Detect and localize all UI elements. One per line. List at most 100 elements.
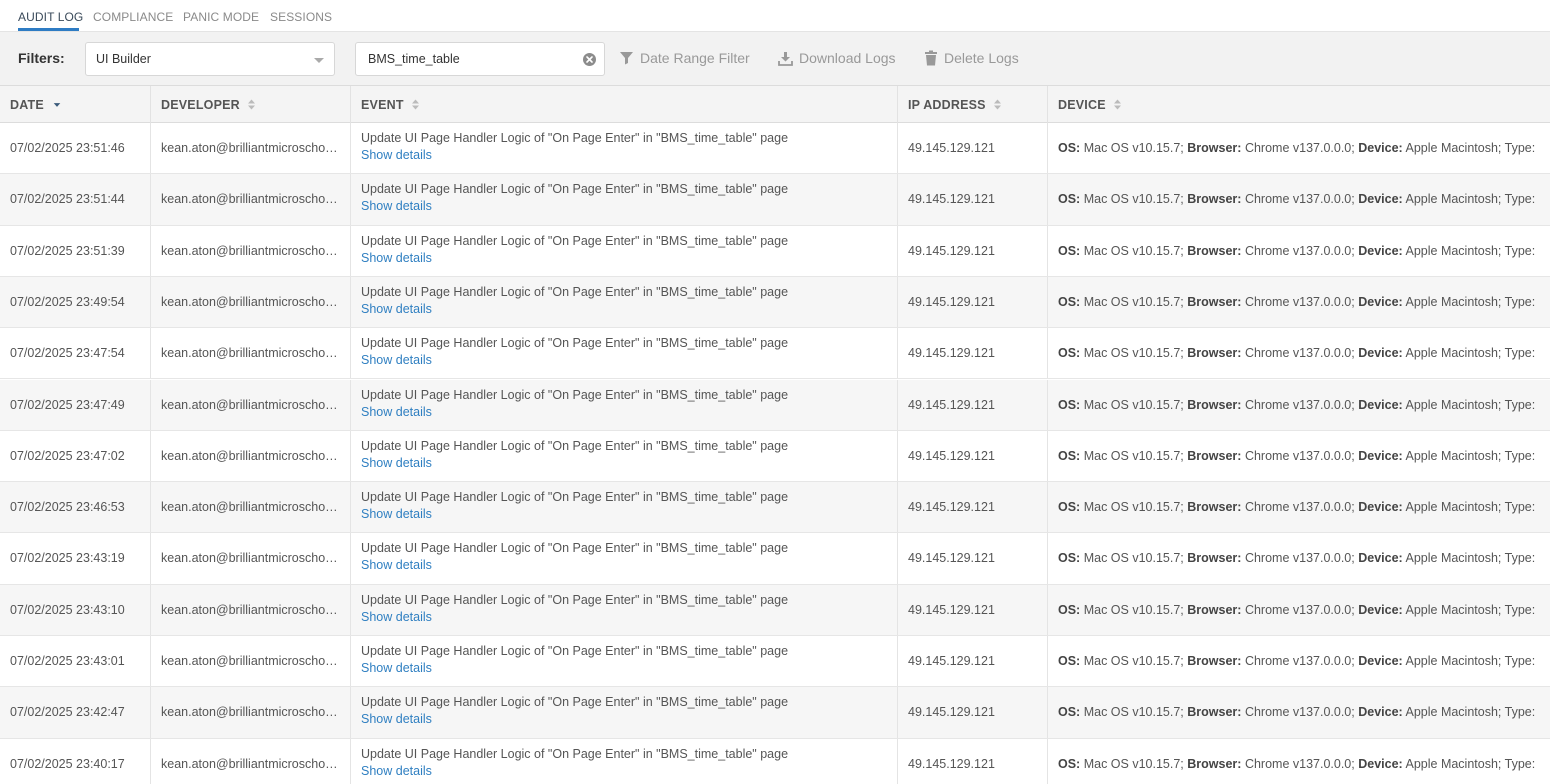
table-row[interactable]: 07/02/2025 23:47:02 kean.aton@brilliantmi…: [0, 430, 1550, 483]
sort-icon: [248, 99, 256, 110]
date-value: 07/02/2025 23:43:19: [10, 551, 125, 566]
show-details-link[interactable]: Show details: [361, 456, 432, 470]
table-row[interactable]: 07/02/2025 23:43:01 kean.aton@brilliantmi…: [0, 636, 1550, 688]
event-cell: Update UI Page Handler Logic of "On Page…: [350, 328, 897, 379]
table-row[interactable]: 07/02/2025 23:51:39 kean.aton@brilliantmi…: [0, 225, 1550, 277]
browser-label: Browser:: [1187, 397, 1242, 412]
type-label: Type:: [1504, 346, 1536, 361]
date-range-filter-button[interactable]: Date Range Filter: [619, 50, 750, 66]
device-label: Device:: [1358, 602, 1403, 617]
download-logs-button[interactable]: Download Logs: [778, 50, 896, 66]
table-header: DATE DEVELOPER EVENT IP ADDRESS DEVICE: [0, 86, 1550, 123]
tab-audit-log[interactable]: AUDIT LOG: [18, 10, 83, 24]
device-cell: OS: Mac OS v10.15.7; Browser: Chrome v13…: [1047, 687, 1550, 738]
browser-label: Browser:: [1187, 500, 1242, 515]
browser-label: Browser:: [1187, 346, 1242, 361]
browser-value: Chrome v137.0.0.0;: [1244, 243, 1355, 258]
builder-select[interactable]: UI Builder: [85, 42, 335, 76]
device-info: OS: Mac OS v10.15.7; Browser: Chrome v13…: [1058, 551, 1535, 565]
table-row[interactable]: 07/02/2025 23:49:54 kean.aton@brilliantmi…: [0, 276, 1550, 329]
table-row[interactable]: 07/02/2025 23:47:54 kean.aton@brilliantmi…: [0, 328, 1550, 380]
table-row[interactable]: 07/02/2025 23:47:49 kean.aton@brilliantmi…: [0, 379, 1550, 431]
device-info: OS: Mac OS v10.15.7; Browser: Chrome v13…: [1058, 141, 1535, 155]
column-header-label: IP ADDRESS: [908, 98, 986, 112]
developer-value: kean.aton@brilliantmicroschools.com: [161, 448, 341, 463]
device-cell: OS: Mac OS v10.15.7; Browser: Chrome v13…: [1047, 276, 1550, 328]
browser-value: Chrome v137.0.0.0;: [1244, 294, 1355, 309]
device-value: Apple Macintosh;: [1405, 500, 1502, 515]
show-details-link[interactable]: Show details: [361, 661, 432, 675]
browser-label: Browser:: [1187, 448, 1242, 463]
show-details-link[interactable]: Show details: [361, 251, 432, 265]
os-label: OS:: [1058, 500, 1081, 515]
table-row[interactable]: 07/02/2025 23:46:53 kean.aton@brilliantmi…: [0, 482, 1550, 534]
show-details-link[interactable]: Show details: [361, 148, 432, 162]
device-info: OS: Mac OS v10.15.7; Browser: Chrome v13…: [1058, 500, 1535, 514]
type-label: Type:: [1504, 397, 1536, 412]
filter-icon: [620, 52, 633, 65]
browser-value: Chrome v137.0.0.0;: [1244, 448, 1355, 463]
table-row[interactable]: 07/02/2025 23:40:17 kean.aton@brilliantmi…: [0, 738, 1550, 784]
column-header-date[interactable]: DATE: [0, 86, 150, 123]
show-details-link[interactable]: Show details: [361, 199, 432, 213]
show-details-link[interactable]: Show details: [361, 302, 432, 316]
os-label: OS:: [1058, 602, 1081, 617]
show-details-link[interactable]: Show details: [361, 507, 432, 521]
table-row[interactable]: 07/02/2025 23:43:19 kean.aton@brilliantmi…: [0, 533, 1550, 585]
table-row[interactable]: 07/02/2025 23:51:44 kean.aton@brilliantmi…: [0, 174, 1550, 226]
date-cell: 07/02/2025 23:49:54: [0, 277, 150, 327]
show-details-link[interactable]: Show details: [361, 712, 432, 726]
device-cell: OS: Mac OS v10.15.7; Browser: Chrome v13…: [1047, 584, 1550, 635]
type-label: Type:: [1504, 500, 1536, 515]
event-value: Update UI Page Handler Logic of "On Page…: [361, 644, 789, 658]
type-label: Type:: [1504, 551, 1536, 566]
column-header-device[interactable]: DEVICE: [1047, 86, 1550, 123]
browser-value: Chrome v137.0.0.0;: [1244, 500, 1355, 515]
browser-value: Chrome v137.0.0.0;: [1244, 756, 1355, 771]
show-details-link[interactable]: Show details: [361, 353, 432, 367]
date-cell: 07/02/2025 23:43:10: [0, 585, 150, 635]
developer-value: kean.aton@brilliantmicroschools.com: [161, 294, 341, 309]
os-value: Mac OS v10.15.7;: [1083, 602, 1184, 617]
search-input[interactable]: [368, 52, 578, 66]
event-cell: Update UI Page Handler Logic of "On Page…: [350, 584, 897, 635]
ip-cell: 49.145.129.121: [897, 225, 1047, 276]
developer-cell: kean.aton@brilliantmicroschools.com: [150, 225, 350, 276]
table-row[interactable]: 07/02/2025 23:43:10 kean.aton@brilliantmi…: [0, 584, 1550, 636]
tab-compliance[interactable]: COMPLIANCE: [93, 10, 173, 24]
show-details-link[interactable]: Show details: [361, 610, 432, 624]
device-info: OS: Mac OS v10.15.7; Browser: Chrome v13…: [1058, 346, 1535, 360]
ip-cell: 49.145.129.121: [897, 584, 1047, 635]
type-label: Type:: [1504, 448, 1536, 463]
tab-sessions[interactable]: SESSIONS: [270, 10, 332, 24]
device-value: Apple Macintosh;: [1405, 243, 1502, 258]
os-value: Mac OS v10.15.7;: [1083, 243, 1184, 258]
delete-logs-button[interactable]: Delete Logs: [924, 50, 1019, 66]
device-value: Apple Macintosh;: [1405, 551, 1502, 566]
clear-icon[interactable]: [583, 53, 596, 66]
device-label: Device:: [1358, 551, 1403, 566]
type-label: Type:: [1504, 141, 1536, 155]
show-details-link[interactable]: Show details: [361, 764, 432, 778]
device-label: Device:: [1358, 141, 1403, 155]
os-value: Mac OS v10.15.7;: [1083, 551, 1184, 566]
ip-value: 49.145.129.121: [908, 397, 995, 412]
table-row[interactable]: 07/02/2025 23:42:47 kean.aton@brilliantmi…: [0, 687, 1550, 739]
event-value: Update UI Page Handler Logic of "On Page…: [361, 592, 789, 607]
column-header-developer[interactable]: DEVELOPER: [150, 86, 350, 123]
device-cell: OS: Mac OS v10.15.7; Browser: Chrome v13…: [1047, 379, 1550, 430]
event-cell: Update UI Page Handler Logic of "On Page…: [350, 123, 897, 174]
date-cell: 07/02/2025 23:43:01: [0, 636, 150, 686]
ip-value: 49.145.129.121: [908, 192, 995, 207]
column-header-ip-address[interactable]: IP ADDRESS: [897, 86, 1047, 123]
event-cell: Update UI Page Handler Logic of "On Page…: [350, 482, 897, 533]
table-row[interactable]: 07/02/2025 23:51:46 kean.aton@brilliantmi…: [0, 123, 1550, 175]
device-value: Apple Macintosh;: [1405, 192, 1502, 207]
show-details-link[interactable]: Show details: [361, 405, 432, 419]
column-header-event[interactable]: EVENT: [350, 86, 897, 123]
os-value: Mac OS v10.15.7;: [1083, 448, 1184, 463]
tab-panic-mode[interactable]: PANIC MODE: [183, 10, 259, 24]
event-value: Update UI Page Handler Logic of "On Page…: [361, 746, 789, 761]
search-field: [355, 42, 605, 76]
show-details-link[interactable]: Show details: [361, 558, 432, 572]
